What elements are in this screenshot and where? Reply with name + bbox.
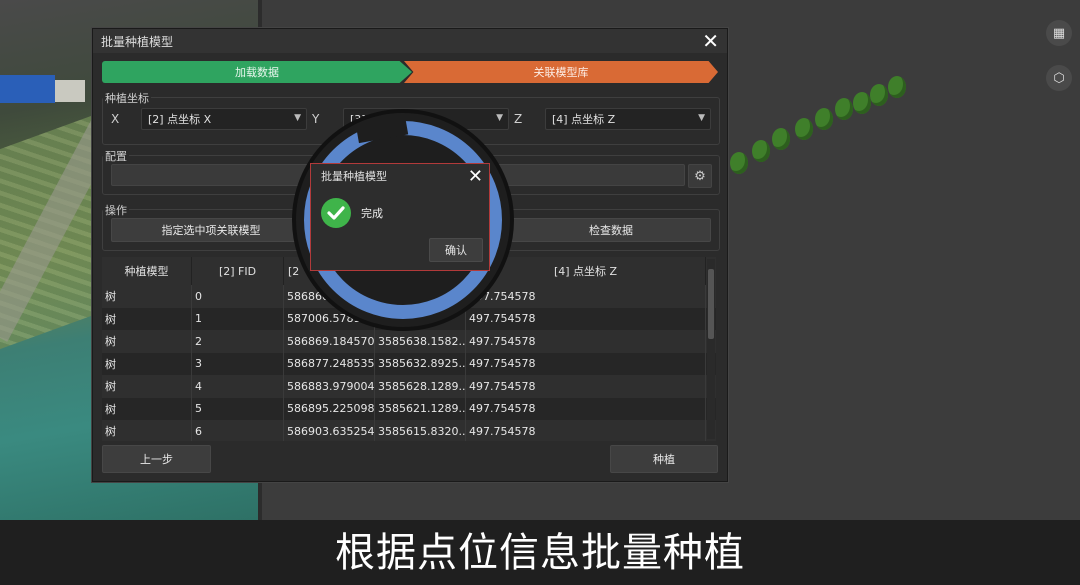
table-cell: 497.754578 (466, 375, 706, 398)
cube-icon[interactable]: ⬡ (1046, 65, 1072, 91)
coords-group-label: 种植坐标 (103, 90, 151, 106)
chevron-down-icon: ▼ (496, 113, 503, 123)
x-field-select[interactable]: [2] 点坐标 X ▼ (141, 108, 307, 130)
table-cell: 6 (192, 420, 284, 441)
table-cell: 树 (102, 375, 192, 398)
popup-titlebar: 批量种植模型 ✕ (311, 164, 489, 188)
tree-model (752, 140, 770, 162)
table-cell: 586883.979004 (284, 375, 375, 398)
table-cell: 497.754578 (466, 307, 706, 330)
table-cell: 树 (102, 420, 192, 441)
tree-model (888, 76, 906, 98)
confirm-button[interactable]: 确认 (429, 238, 483, 262)
table-cell: 树 (102, 285, 192, 308)
table-cell: 497.754578 (466, 352, 706, 375)
tree-model (772, 128, 790, 150)
table-cell: 3585628.1289... (375, 375, 466, 398)
popup-message: 完成 (361, 207, 383, 220)
chevron-down-icon: ▼ (698, 113, 705, 123)
table-cell: 树 (102, 352, 192, 375)
table-cell: 5 (192, 397, 284, 420)
previous-step-button[interactable]: 上一步 (102, 445, 211, 473)
table-row[interactable]: 树 4 586883.979004 3585628.1289... 497.754578 (102, 375, 716, 398)
table-row[interactable]: 树 2 586869.184570 3585638.1582... 497.754578 (102, 330, 716, 353)
chevron-down-icon: ▼ (294, 113, 301, 123)
building-white (55, 80, 85, 102)
ops-group-label: 操作 (103, 202, 129, 218)
table-cell: 586869.184570 (284, 330, 375, 353)
table-cell: 497.754578 (466, 397, 706, 420)
video-caption: 根据点位信息批量种植 (335, 530, 745, 576)
table-cell: 586877.248535 (284, 352, 375, 375)
popup-title: 批量种植模型 (321, 170, 387, 183)
tree-model (795, 118, 813, 140)
close-icon[interactable]: ✕ (468, 166, 483, 187)
tree-model (835, 98, 853, 120)
table-cell: 4 (192, 375, 284, 398)
close-icon[interactable]: ✕ (702, 31, 719, 51)
tree-model (815, 108, 833, 130)
y-label: Y (312, 112, 320, 126)
z-field-value: [4] 点坐标 Z (552, 113, 616, 126)
table-cell: 3585615.8320... (375, 420, 466, 441)
table-cell: 3585621.1289... (375, 397, 466, 420)
table-cell: 树 (102, 307, 192, 330)
check-data-button[interactable]: 检查数据 (511, 218, 711, 242)
col-header[interactable]: [2] FID (192, 257, 284, 285)
x-label: X (111, 112, 120, 126)
step-indicator: 关联模型库 加载数据 (102, 61, 718, 83)
table-cell: 586903.635254 (284, 420, 375, 441)
table-cell: 3585632.8925... (375, 352, 466, 375)
step-load-data[interactable]: 加载数据 (102, 61, 412, 83)
config-group-label: 配置 (103, 148, 129, 164)
completion-popup: 批量种植模型 ✕ 完成 确认 (310, 163, 490, 271)
plant-button[interactable]: 种植 (610, 445, 718, 473)
table-cell: 497.754578 (466, 330, 706, 353)
table-cell: 586895.225098 (284, 397, 375, 420)
z-label: Z (514, 112, 523, 126)
tree-model (870, 84, 888, 106)
col-header[interactable]: 种植模型 (102, 257, 192, 285)
table-cell: 2 (192, 330, 284, 353)
table-scrollbar[interactable] (707, 259, 715, 439)
table-cell: 497.754578 (466, 420, 706, 441)
table-cell: 3 (192, 352, 284, 375)
scrollbar-thumb[interactable] (708, 269, 714, 339)
dialog-titlebar: 批量种植模型 ✕ (93, 29, 727, 53)
x-field-value: [2] 点坐标 X (148, 113, 212, 126)
grid-view-icon[interactable]: ▦ (1046, 20, 1072, 46)
checkmark-icon (321, 198, 351, 228)
gear-icon[interactable]: ⚙ (688, 164, 712, 188)
table-cell: 树 (102, 397, 192, 420)
tree-model (853, 92, 871, 114)
assign-model-button[interactable]: 指定选中项关联模型 (111, 218, 311, 242)
table-cell: 3585638.1582... (375, 330, 466, 353)
table-cell: 树 (102, 330, 192, 353)
table-row[interactable]: 树 6 586903.635254 3585615.8320... 497.754578 (102, 420, 716, 441)
step-link-model-library[interactable]: 关联模型库 (404, 61, 718, 83)
table-cell: 1 (192, 307, 284, 330)
dialog-title: 批量种植模型 (101, 34, 174, 49)
z-field-select[interactable]: [4] 点坐标 Z ▼ (545, 108, 711, 130)
table-cell: 497.754578 (466, 285, 706, 308)
tree-model (730, 152, 748, 174)
table-cell: 0 (192, 285, 284, 308)
building-blue (0, 75, 55, 103)
table-row[interactable]: 树 3 586877.248535 3585632.8925... 497.754578 (102, 352, 716, 375)
table-row[interactable]: 树 5 586895.225098 3585621.1289... 497.754578 (102, 397, 716, 420)
